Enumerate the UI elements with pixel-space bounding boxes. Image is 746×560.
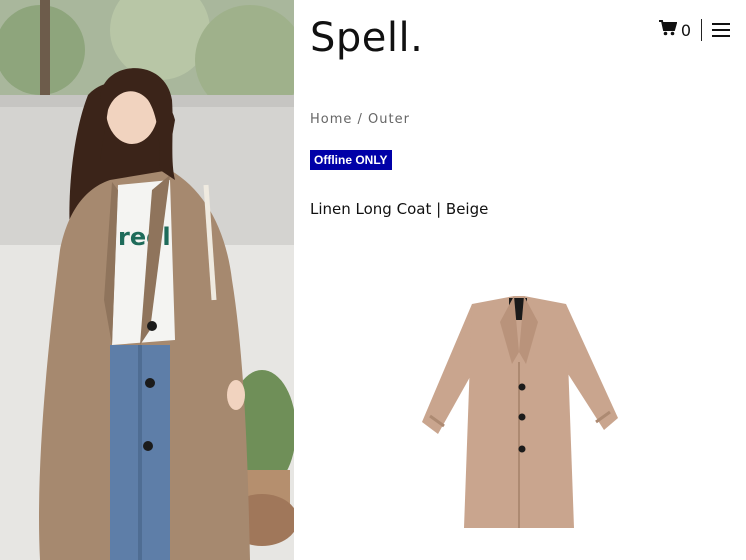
offline-only-badge: Offline ONLY [310, 150, 392, 170]
product-panel: Spell. 0 Home / Outer Offline ONLY Linen… [294, 0, 746, 560]
breadcrumb-separator: / [352, 112, 369, 127]
lifestyle-photo: reel [0, 0, 294, 560]
cart-count: 0 [680, 20, 691, 40]
shopping-cart-icon [658, 20, 678, 40]
product-image[interactable] [414, 292, 624, 528]
breadcrumb-category-link[interactable]: Outer [368, 112, 410, 127]
breadcrumb: Home / Outer [310, 112, 410, 127]
header-divider [701, 19, 702, 41]
breadcrumb-home-link[interactable]: Home [310, 112, 352, 127]
header-actions: 0 [658, 18, 730, 42]
cart-button[interactable]: 0 [658, 20, 691, 40]
product-title: Linen Long Coat | Beige [310, 200, 489, 218]
hamburger-menu-icon[interactable] [712, 23, 730, 37]
brand-logo[interactable]: Spell. [310, 18, 423, 58]
